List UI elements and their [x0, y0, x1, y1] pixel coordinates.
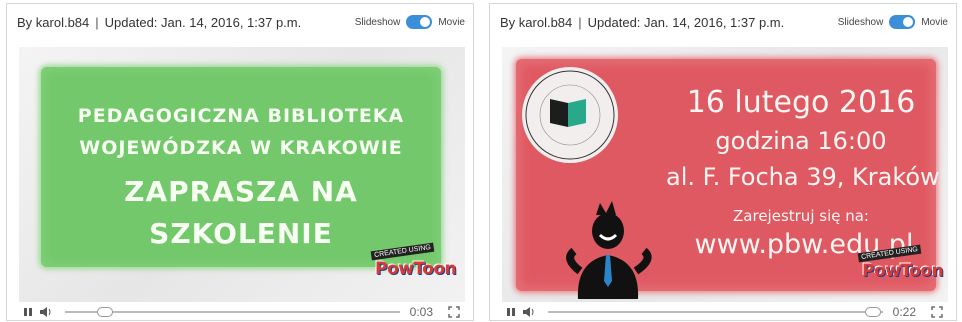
updated-label: Updated: Jan. 14, 2016, 1:37 p.m.	[104, 14, 302, 30]
slide-line-1: PEDAGOGICZNA BIBLIOTEKA	[77, 105, 405, 127]
slide-register-label: Zarejestruj się na:	[733, 207, 869, 225]
card-header: By karol.b84 | Updated: Jan. 14, 2016, 1…	[17, 10, 465, 34]
slide-time: godzina 16:00	[715, 127, 887, 155]
pause-icon[interactable]	[502, 307, 520, 317]
movie-label: Movie	[921, 16, 948, 28]
time-display: 0:03	[409, 305, 433, 319]
slideshow-label: Slideshow	[837, 16, 884, 28]
volume-icon[interactable]	[520, 306, 538, 318]
updated-label: Updated: Jan. 14, 2016, 1:37 p.m.	[587, 14, 785, 30]
video-frame[interactable]: PEDAGOGICZNA BIBLIOTEKA WOJEWÓDZKA W KRA…	[19, 47, 465, 302]
movie-label: Movie	[438, 16, 465, 28]
video-card-left: By karol.b84 | Updated: Jan. 14, 2016, 1…	[6, 3, 474, 321]
slide-line-3: ZAPRASZA NA	[124, 175, 358, 208]
header-separator: |	[95, 14, 99, 30]
author-label[interactable]: By karol.b84	[17, 15, 89, 30]
author-label[interactable]: By karol.b84	[500, 15, 572, 30]
slide-line-2: WOJEWÓDZKA W KRAKOWIE	[79, 137, 403, 159]
slideshow-movie-toggle[interactable]	[889, 15, 916, 29]
slideshow-movie-toggle[interactable]	[406, 15, 433, 29]
powtoon-badge: CREATED USING PowToon	[857, 244, 944, 289]
video-frame[interactable]: 16 lutego 2016 godzina 16:00 al. F. Foch…	[502, 47, 948, 302]
volume-icon[interactable]	[37, 306, 55, 318]
powtoon-badge: CREATED USING PowToon	[370, 242, 457, 287]
fullscreen-icon[interactable]	[928, 306, 946, 318]
powtoon-logo: PowToon	[862, 261, 944, 281]
progress-track[interactable]	[548, 307, 883, 317]
header-separator: |	[578, 14, 582, 30]
cartoon-figure-icon	[566, 201, 652, 299]
time-display: 0:22	[892, 305, 916, 319]
pause-icon[interactable]	[19, 307, 37, 317]
progress-knob[interactable]	[864, 307, 881, 317]
slideshow-label: Slideshow	[354, 16, 401, 28]
player-controls: 0:22	[502, 304, 946, 320]
progress-knob[interactable]	[97, 307, 114, 317]
powtoon-logo: PowToon	[375, 259, 457, 279]
library-seal	[522, 67, 618, 163]
fullscreen-icon[interactable]	[445, 306, 463, 318]
card-header: By karol.b84 | Updated: Jan. 14, 2016, 1…	[500, 10, 948, 34]
slide-address: al. F. Focha 39, Kraków	[666, 163, 940, 191]
progress-track[interactable]	[65, 307, 400, 317]
player-controls: 0:03	[19, 304, 463, 320]
slide-panel: PEDAGOGICZNA BIBLIOTEKA WOJEWÓDZKA W KRA…	[41, 67, 441, 267]
video-card-right: By karol.b84 | Updated: Jan. 14, 2016, 1…	[489, 3, 957, 321]
slide-date: 16 lutego 2016	[686, 85, 916, 120]
book-icon	[550, 99, 586, 127]
slide-line-4: SZKOLENIE	[149, 217, 333, 250]
